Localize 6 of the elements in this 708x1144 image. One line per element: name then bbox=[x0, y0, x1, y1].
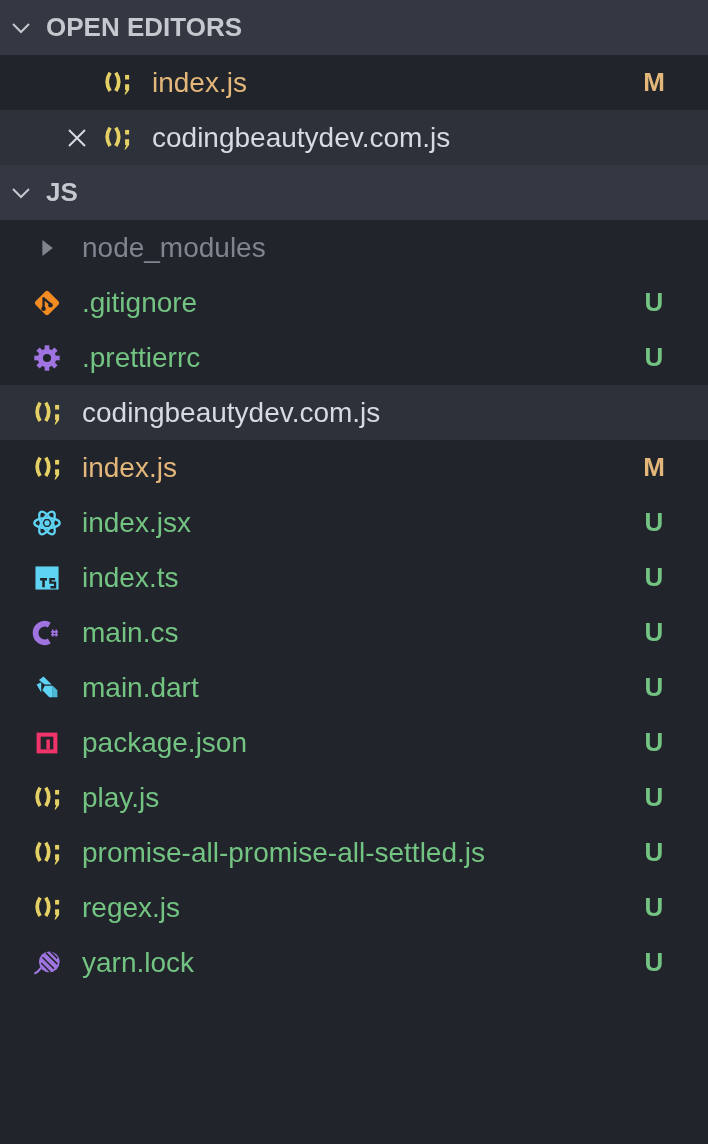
section-header[interactable]: OPEN EDITORS bbox=[0, 0, 708, 55]
file-item[interactable]: codingbeautydev.com.js bbox=[0, 385, 708, 440]
gear-icon bbox=[32, 342, 62, 373]
open-editor-item[interactable]: codingbeautydev.com.js bbox=[0, 110, 708, 165]
section-header[interactable]: JS bbox=[0, 165, 708, 220]
close-icon bbox=[66, 126, 88, 149]
